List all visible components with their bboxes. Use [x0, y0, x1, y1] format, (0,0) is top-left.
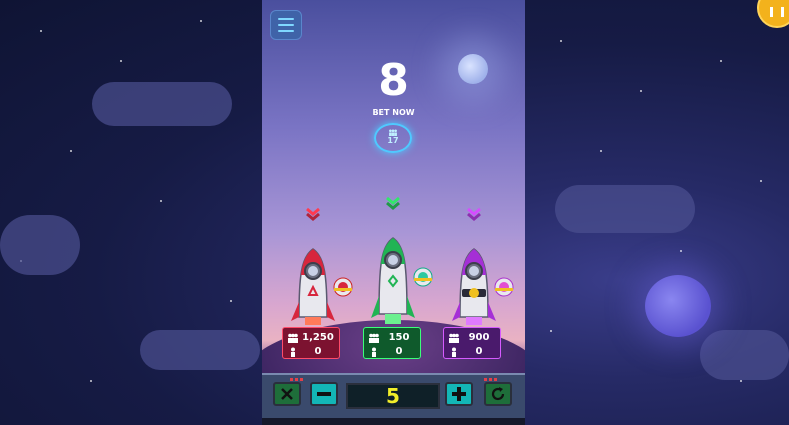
red-bet-panel[interactable]: 1,250 0 — [282, 327, 340, 359]
players-icon — [389, 129, 397, 136]
cloud — [0, 215, 80, 275]
players-icon — [369, 333, 379, 343]
players-count: 17 — [387, 136, 399, 145]
cloud — [700, 330, 789, 380]
game-screen: 8 BET NOW 17 1,250 0 150 0 900 0 5 — [262, 0, 525, 425]
background-moon — [645, 275, 711, 337]
status-bar — [262, 418, 525, 425]
green-chevron-icon — [386, 196, 400, 210]
green-bet-panel[interactable]: 150 0 — [363, 327, 421, 359]
purple-robot — [494, 277, 514, 297]
players-icon — [449, 333, 459, 343]
players-badge: 17 — [374, 123, 412, 153]
red-chevron-icon — [306, 207, 320, 221]
red-rocket[interactable] — [291, 247, 335, 329]
person-icon — [452, 347, 456, 357]
total-bets: 150 — [388, 332, 410, 343]
green-robot — [413, 267, 433, 287]
decrease-bet-button[interactable] — [310, 382, 338, 406]
my-bet: 0 — [314, 346, 322, 357]
purple-rocket[interactable] — [452, 247, 496, 329]
hamburger-menu-icon[interactable] — [270, 10, 302, 40]
indicator-leds — [484, 378, 497, 381]
refresh-icon — [491, 387, 505, 401]
person-icon — [291, 347, 295, 357]
plus-icon — [452, 387, 466, 401]
my-bet: 0 — [475, 346, 483, 357]
players-icon — [288, 333, 298, 343]
purple-bet-panel[interactable]: 900 0 — [443, 327, 501, 359]
total-bets: 1,250 — [302, 332, 334, 343]
total-bets: 900 — [468, 332, 490, 343]
purple-chevron-icon — [467, 207, 481, 221]
cloud — [555, 185, 695, 233]
minus-icon — [317, 392, 331, 396]
increase-bet-button[interactable] — [445, 382, 473, 406]
repeat-bet-button[interactable] — [484, 382, 512, 406]
red-robot — [333, 277, 353, 297]
bet-amount-display: 5 — [346, 383, 440, 409]
bet-now-label: BET NOW — [372, 108, 415, 117]
person-icon — [372, 347, 376, 357]
countdown-timer: 8 — [378, 55, 409, 106]
indicator-leds — [290, 378, 303, 381]
green-rocket[interactable] — [371, 236, 415, 326]
my-bet: 0 — [395, 346, 403, 357]
cloud — [140, 330, 260, 370]
cloud — [92, 82, 232, 126]
clear-bet-button[interactable] — [273, 382, 301, 406]
x-icon — [281, 388, 293, 400]
